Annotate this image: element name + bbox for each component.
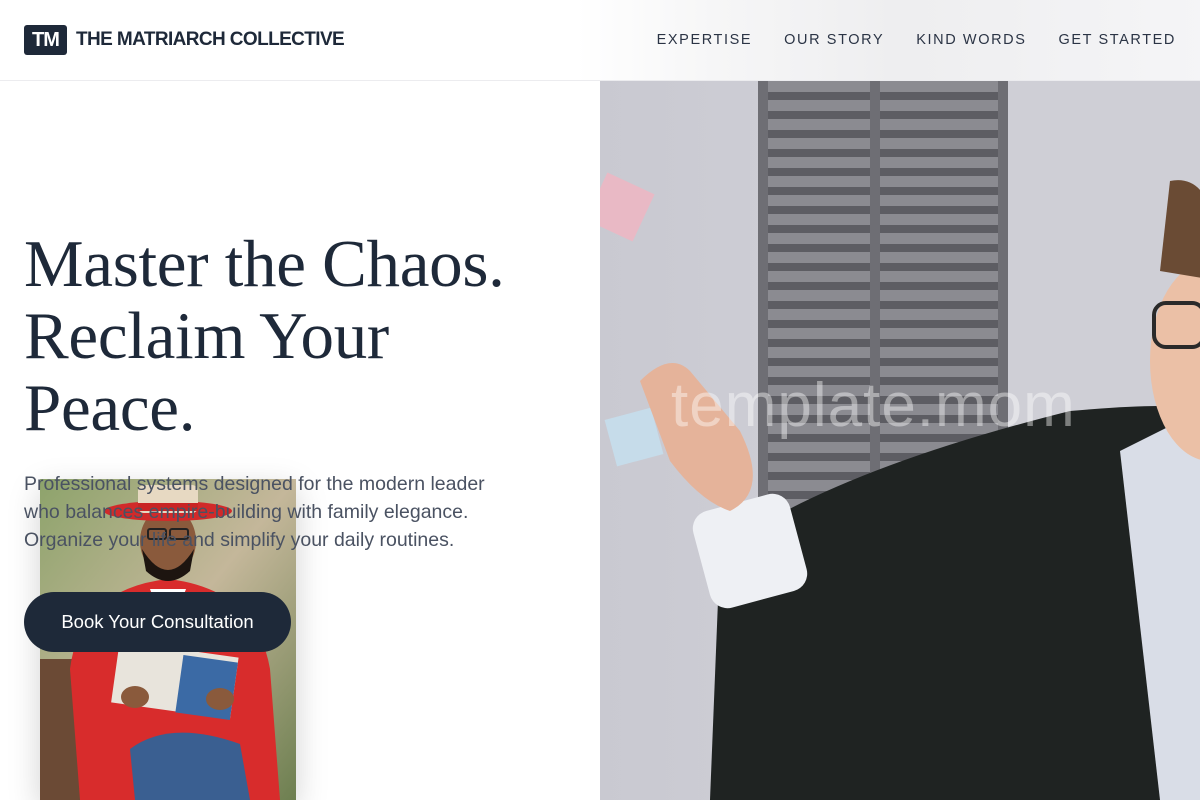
main-nav: EXPERTISE OUR STORY KIND WORDS GET START… [657,32,1176,48]
nav-link-our-story[interactable]: OUR STORY [784,32,884,48]
logo-mark: TM [24,25,67,55]
brand-name: THE MATRIARCH COLLECTIVE [76,29,345,50]
nav-link-kind-words[interactable]: KIND WORDS [916,32,1026,48]
site-header: TM THE MATRIARCH COLLECTIVE EXPERTISE OU… [0,0,1200,81]
hero-subtitle: Professional systems designed for the mo… [24,473,485,551]
book-consultation-button[interactable]: Book Your Consultation [24,592,291,652]
hero-title-line-1: Master the Chaos. [24,227,505,301]
brand-logo[interactable]: TM THE MATRIARCH COLLECTIVE [24,25,345,55]
nav-link-get-started[interactable]: GET STARTED [1058,32,1176,48]
hero-title-line-2: Reclaim Your [24,299,389,373]
hero-title: Master the Chaos. Reclaim Your Peace. [24,228,584,444]
hero-title-line-3: Peace. [24,371,196,445]
nav-link-expertise[interactable]: EXPERTISE [657,32,753,48]
watermark-text: template.mom [671,371,1076,440]
